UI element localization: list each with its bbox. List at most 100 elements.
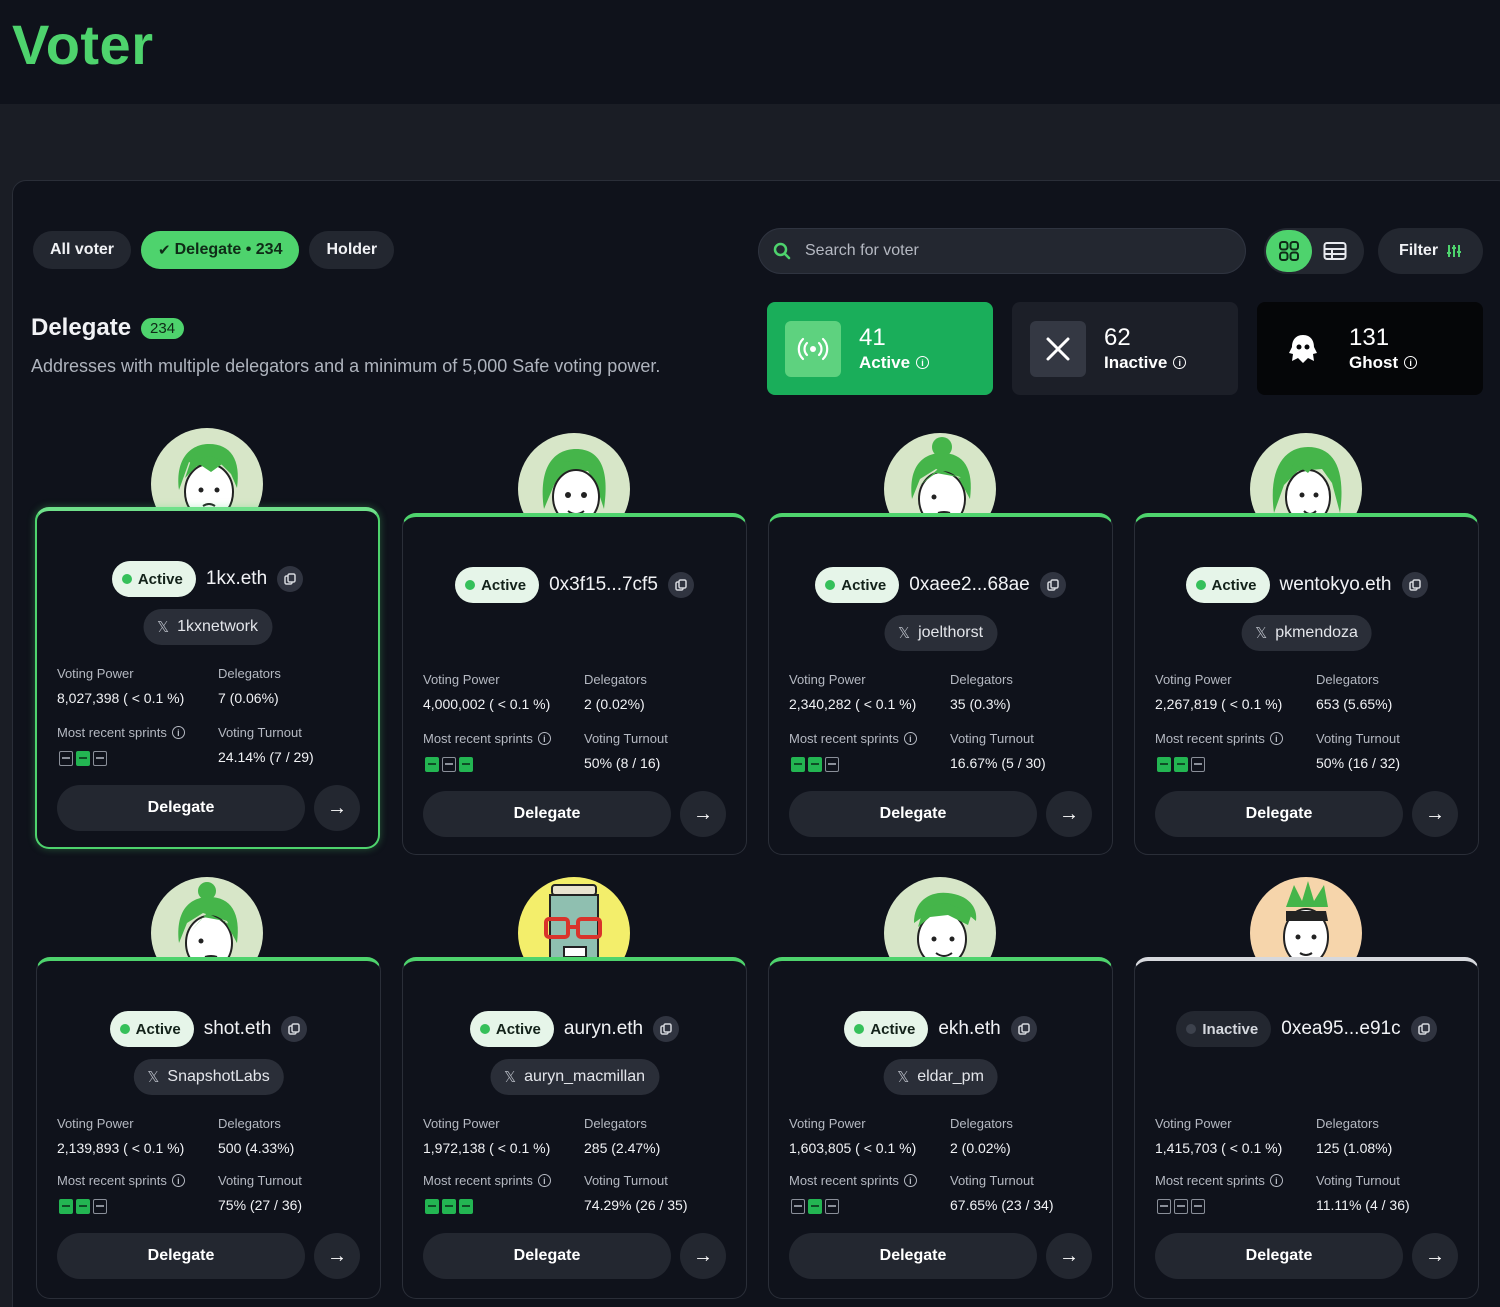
copy-icon[interactable] — [667, 572, 694, 598]
copy-icon[interactable] — [281, 1016, 308, 1042]
social-handle: pkmendoza — [1275, 624, 1358, 641]
grid-view-button[interactable] — [1266, 230, 1312, 272]
delegate-card[interactable]: Active 0xaee2...68ae 𝕏joelthorst Voting … — [768, 513, 1113, 855]
tab-label: Delegate • 234 — [174, 241, 283, 258]
voting-turnout-value: 74.29% (26 / 35) — [584, 1197, 688, 1213]
copy-icon[interactable] — [653, 1016, 680, 1042]
sprint-icon — [76, 751, 90, 766]
sliders-icon — [1447, 245, 1462, 257]
info-icon[interactable]: i — [903, 1174, 917, 1187]
voter-address[interactable]: 0xea95...e91c — [1281, 1018, 1400, 1040]
arrow-right-icon[interactable]: → — [314, 785, 360, 831]
arrow-right-icon[interactable]: → — [1412, 791, 1458, 837]
info-icon[interactable]: i — [916, 356, 930, 370]
delegate-card[interactable]: Active shot.eth 𝕏 SnapshotLabs Voting Pow… — [36, 957, 381, 1299]
status-badge: Active — [1185, 567, 1270, 603]
delegate-card[interactable]: Active ekh.eth 𝕏eldar_pm Voting Power De… — [768, 957, 1113, 1299]
social-link[interactable]: 𝕏 1kxnetwork — [142, 609, 273, 645]
social-link[interactable]: 𝕏pkmendoza — [1241, 615, 1372, 651]
tab-delegate[interactable]: ✔ Delegate • 234 — [141, 231, 300, 269]
sprint-icon — [791, 1199, 805, 1214]
voter-address[interactable]: ekh.eth — [938, 1018, 1000, 1040]
voting-power-value: 2,340,282 ( < 0.1 %) — [789, 696, 917, 712]
delegate-card[interactable]: Active 0x3f15...7cf5 Voting Power Delega… — [402, 513, 747, 855]
info-icon[interactable]: i — [1173, 356, 1187, 370]
voter-address[interactable]: wentokyo.eth — [1280, 574, 1392, 596]
filter-button[interactable]: Filter — [1378, 228, 1483, 274]
voter-address[interactable]: 0x3f15...7cf5 — [549, 574, 658, 596]
info-icon[interactable]: i — [1404, 356, 1418, 370]
delegate-button[interactable]: Delegate — [789, 1233, 1037, 1279]
broadcast-icon — [785, 320, 841, 377]
voter-address[interactable]: 1kx.eth — [206, 568, 267, 590]
social-link[interactable]: 𝕏 SnapshotLabs — [133, 1059, 284, 1095]
x-logo-icon: 𝕏 — [1255, 625, 1268, 642]
arrow-right-icon[interactable]: → — [314, 1233, 360, 1279]
page-title: Voter — [12, 13, 154, 76]
info-icon[interactable]: i — [1269, 732, 1283, 745]
voter-address[interactable]: auryn.eth — [564, 1018, 643, 1040]
stat-active[interactable]: 41 Active i — [767, 302, 993, 395]
info-icon[interactable]: i — [537, 1174, 551, 1187]
info-icon[interactable]: i — [537, 732, 551, 745]
social-link[interactable]: 𝕏eldar_pm — [883, 1059, 998, 1095]
arrow-right-icon[interactable]: → — [1412, 1233, 1458, 1279]
copy-icon[interactable] — [1039, 572, 1066, 598]
recent-sprints-label: Most recent sprints — [423, 1173, 533, 1188]
social-handle: 1kxnetwork — [177, 618, 259, 635]
delegators-label: Delegators — [218, 666, 281, 681]
delegators-label: Delegators — [1316, 1116, 1379, 1131]
delegate-card[interactable]: Active wentokyo.eth 𝕏pkmendoza Voting Po… — [1134, 513, 1479, 855]
info-icon[interactable]: i — [903, 732, 917, 745]
sprint-icon — [425, 757, 439, 772]
search-input[interactable] — [805, 242, 1205, 260]
arrow-right-icon[interactable]: → — [1046, 1233, 1092, 1279]
copy-icon[interactable] — [1401, 572, 1428, 598]
tab-holder[interactable]: Holder — [309, 231, 395, 269]
sprint-icon — [1191, 757, 1205, 772]
copy-icon[interactable] — [1410, 1016, 1437, 1042]
sprint-icon — [825, 1199, 839, 1214]
delegate-button[interactable]: Delegate — [423, 791, 671, 837]
status-dot — [465, 580, 476, 590]
stat-inactive[interactable]: 62 Inactive i — [1012, 302, 1238, 395]
arrow-right-icon[interactable]: → — [680, 791, 726, 837]
delegate-card[interactable]: Active 1kx.eth 𝕏 1kxnetwork Voting Power … — [35, 507, 380, 849]
status-dot — [854, 1024, 865, 1034]
arrow-right-icon[interactable]: → — [1046, 791, 1092, 837]
recent-sprints-label: Most recent sprints — [789, 1173, 899, 1188]
delegate-button[interactable]: Delegate — [57, 1233, 305, 1279]
info-icon[interactable]: i — [171, 1174, 185, 1187]
voting-power-value: 2,139,893 ( < 0.1 %) — [57, 1140, 185, 1156]
status-label: Inactive — [1202, 1020, 1259, 1038]
delegate-button[interactable]: Delegate — [1155, 1233, 1403, 1279]
social-link[interactable]: 𝕏auryn_macmillan — [489, 1059, 660, 1095]
delegate-button[interactable]: Delegate — [423, 1233, 671, 1279]
social-link[interactable]: 𝕏joelthorst — [883, 615, 998, 651]
delegate-card[interactable]: Inactive 0xea95...e91c Voting Power Dele… — [1134, 957, 1479, 1299]
delegate-button[interactable]: Delegate — [789, 791, 1037, 837]
stat-ghost[interactable]: 131 Ghost i — [1257, 302, 1483, 395]
sprint-indicators — [1157, 757, 1205, 772]
stat-count: 131 — [1349, 324, 1390, 352]
arrow-right-icon[interactable]: → — [680, 1233, 726, 1279]
voter-address[interactable]: 0xaee2...68ae — [909, 574, 1029, 596]
delegators-label: Delegators — [218, 1116, 281, 1131]
recent-sprints-label: Most recent sprints — [1155, 731, 1265, 746]
table-view-button[interactable] — [1312, 230, 1358, 272]
copy-icon[interactable] — [1010, 1016, 1037, 1042]
delegate-button[interactable]: Delegate — [57, 785, 305, 831]
delegate-button[interactable]: Delegate — [1155, 791, 1403, 837]
search-icon — [773, 242, 791, 260]
tab-all-voter[interactable]: All voter — [33, 231, 132, 269]
voting-turnout-value: 24.14% (7 / 29) — [218, 749, 314, 765]
voter-address[interactable]: shot.eth — [204, 1018, 272, 1040]
delegate-card[interactable]: Active auryn.eth 𝕏auryn_macmillan Voting… — [402, 957, 747, 1299]
sprint-icon — [791, 757, 805, 772]
copy-icon[interactable] — [277, 566, 304, 592]
info-icon[interactable]: i — [1269, 1174, 1283, 1187]
status-dot — [1195, 580, 1206, 590]
name-row: Active ekh.eth — [769, 1011, 1112, 1047]
info-icon[interactable]: i — [171, 726, 185, 739]
count-badge: 234 — [141, 317, 185, 339]
